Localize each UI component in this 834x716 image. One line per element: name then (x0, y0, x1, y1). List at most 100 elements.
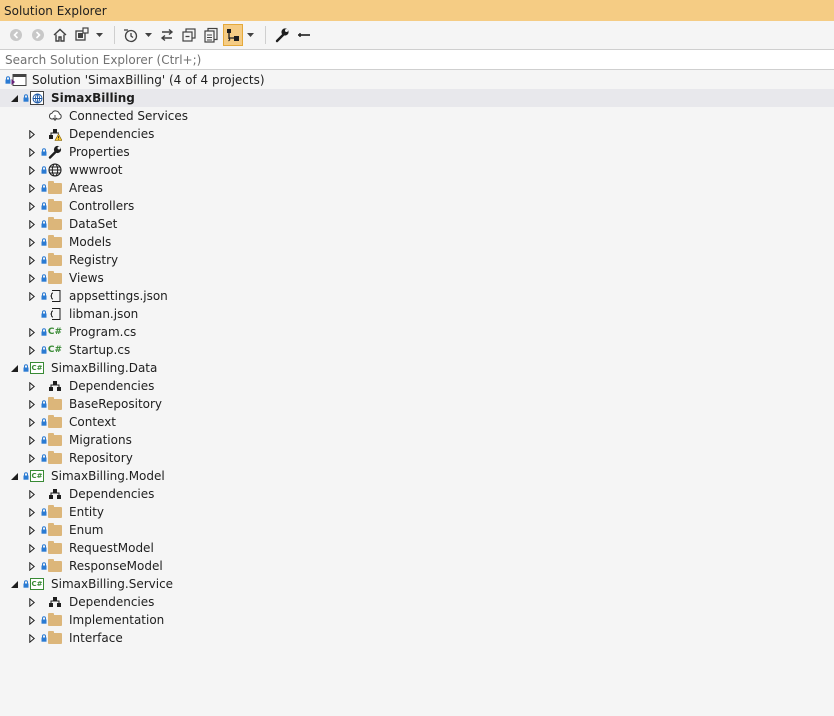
collapsed-arrow-icon[interactable] (27, 629, 37, 647)
csharp-file-icon: C# (47, 341, 63, 359)
collapsed-arrow-icon[interactable] (27, 233, 37, 251)
collapsed-arrow-icon[interactable] (27, 431, 37, 449)
tree-item[interactable]: ResponseModel (0, 557, 834, 575)
collapsed-arrow-icon[interactable] (27, 539, 37, 557)
tree-item[interactable]: Registry (0, 251, 834, 269)
dependencies-warning-icon (47, 125, 63, 143)
collapsed-arrow-icon (29, 147, 35, 157)
folder-icon (48, 252, 62, 266)
tree-item[interactable]: Repository (0, 449, 834, 467)
collapsed-arrow-icon[interactable] (27, 269, 37, 287)
tree-item[interactable]: wwwroot (0, 161, 834, 179)
remove-button[interactable] (294, 24, 314, 46)
back-button[interactable] (6, 24, 26, 46)
collapsed-arrow-icon[interactable] (27, 161, 37, 179)
collapsed-arrow-icon (29, 219, 35, 229)
tree-item-label: ResponseModel (69, 559, 163, 573)
search-box[interactable] (0, 49, 834, 70)
collapsed-arrow-icon[interactable] (27, 341, 37, 359)
expanded-arrow-icon[interactable] (9, 89, 19, 107)
sync-with-active-document-button[interactable] (157, 24, 177, 46)
folder-icon (47, 215, 63, 233)
tree-item[interactable]: DataSet (0, 215, 834, 233)
collapsed-arrow-icon[interactable] (27, 215, 37, 233)
folder-icon (47, 521, 63, 539)
switch-views-button[interactable] (72, 24, 92, 46)
project-node[interactable]: C# SimaxBilling.Service (0, 575, 834, 593)
collapsed-arrow-icon[interactable] (27, 197, 37, 215)
properties-button[interactable] (272, 24, 292, 46)
folder-icon (47, 233, 63, 251)
folder-icon (48, 234, 62, 248)
tree-item[interactable]: Entity (0, 503, 834, 521)
solution-node[interactable]: Solution 'SimaxBilling' (4 of 4 projects… (0, 71, 834, 89)
collapsed-arrow-icon[interactable] (27, 593, 37, 611)
home-icon (53, 28, 67, 42)
tree-item[interactable]: Connected Services (0, 107, 834, 125)
collapsed-arrow-icon[interactable] (27, 503, 37, 521)
collapsed-arrow-icon[interactable] (27, 323, 37, 341)
tree-item[interactable]: Controllers (0, 197, 834, 215)
tree-item[interactable]: C# Startup.cs (0, 341, 834, 359)
folder-icon (48, 522, 62, 536)
tree-item[interactable]: Dependencies (0, 377, 834, 395)
tree-item[interactable]: Interface (0, 629, 834, 647)
collapsed-arrow-icon (29, 291, 35, 301)
collapsed-arrow-icon[interactable] (27, 413, 37, 431)
collapsed-arrow-icon[interactable] (27, 125, 37, 143)
tree-item[interactable]: Implementation (0, 611, 834, 629)
tree-item[interactable]: appsettings.json (0, 287, 834, 305)
folder-icon (47, 557, 63, 575)
collapsed-arrow-icon[interactable] (27, 557, 37, 575)
tree-item[interactable]: Dependencies (0, 125, 834, 143)
home-button[interactable] (50, 24, 70, 46)
collapse-all-button[interactable] (179, 24, 199, 46)
tree-item[interactable]: Dependencies (0, 485, 834, 503)
tree-item-label: Registry (69, 253, 119, 267)
show-all-files-icon (204, 27, 218, 43)
forward-button[interactable] (28, 24, 48, 46)
tree-item[interactable]: BaseRepository (0, 395, 834, 413)
tree-item[interactable]: Migrations (0, 431, 834, 449)
expanded-arrow-icon[interactable] (9, 359, 19, 377)
pending-changes-dropdown[interactable] (143, 24, 153, 46)
forward-icon (32, 29, 44, 41)
switch-views-dropdown[interactable] (94, 24, 104, 46)
tree-item[interactable]: C# Program.cs (0, 323, 834, 341)
folder-icon (48, 396, 62, 410)
collapsed-arrow-icon[interactable] (27, 143, 37, 161)
tree-item[interactable]: Views (0, 269, 834, 287)
collapsed-arrow-icon[interactable] (27, 377, 37, 395)
collapsed-arrow-icon[interactable] (27, 449, 37, 467)
collapsed-arrow-icon (29, 597, 35, 607)
collapsed-arrow-icon[interactable] (27, 611, 37, 629)
expanded-arrow-icon[interactable] (9, 575, 19, 593)
show-all-files-button[interactable] (201, 24, 221, 46)
tree-item[interactable]: Context (0, 413, 834, 431)
collapsed-arrow-icon[interactable] (27, 179, 37, 197)
dependencies-warning-icon (49, 129, 62, 141)
tree-item[interactable]: Areas (0, 179, 834, 197)
tree-item-label: Context (69, 415, 117, 429)
collapsed-arrow-icon[interactable] (27, 251, 37, 269)
search-input[interactable] (5, 52, 834, 67)
expanded-arrow-icon[interactable] (9, 467, 19, 485)
tree-item[interactable]: libman.json (0, 305, 834, 323)
collapsed-arrow-icon[interactable] (27, 395, 37, 413)
tree-item[interactable]: Properties (0, 143, 834, 161)
folder-icon (47, 629, 63, 647)
preview-dropdown[interactable] (245, 24, 255, 46)
project-node[interactable]: C# SimaxBilling.Data (0, 359, 834, 377)
tree-item[interactable]: RequestModel (0, 539, 834, 557)
preview-selected-items-button[interactable] (223, 24, 243, 46)
pending-changes-filter-button[interactable] (121, 24, 141, 46)
chevron-down-icon (95, 32, 103, 37)
collapsed-arrow-icon[interactable] (27, 485, 37, 503)
project-node[interactable]: C# SimaxBilling.Model (0, 467, 834, 485)
collapsed-arrow-icon[interactable] (27, 521, 37, 539)
tree-item[interactable]: Models (0, 233, 834, 251)
tree-item[interactable]: Enum (0, 521, 834, 539)
tree-item[interactable]: Dependencies (0, 593, 834, 611)
project-node[interactable]: SimaxBilling (0, 89, 834, 107)
collapsed-arrow-icon[interactable] (27, 287, 37, 305)
